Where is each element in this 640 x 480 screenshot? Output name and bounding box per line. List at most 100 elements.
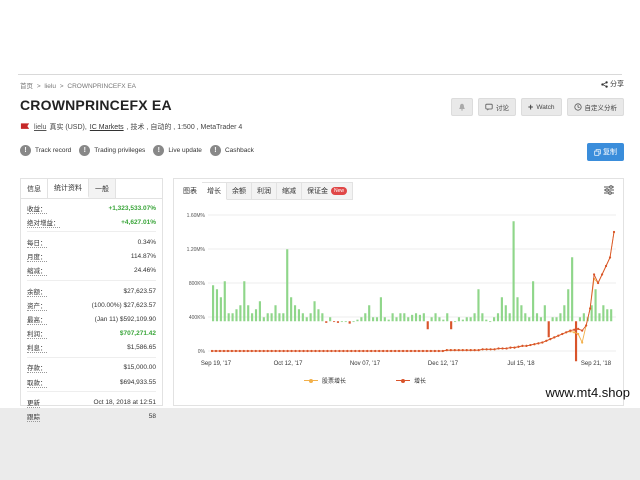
tab-growth[interactable]: 增长 (202, 182, 227, 200)
growth-point (314, 349, 317, 353)
copy-button[interactable]: 复制 (587, 143, 624, 161)
owner-link[interactable]: lielu (34, 124, 46, 131)
growth-bar (395, 317, 398, 322)
growth-point (537, 342, 540, 345)
breadcrumb-home[interactable]: 首页 (20, 83, 33, 90)
discuss-button[interactable]: 讨论 (478, 98, 517, 116)
growth-bar (571, 257, 574, 322)
account-type: 真实 (USD), (49, 124, 87, 131)
custom-analysis-button[interactable]: 自定义分析 (566, 98, 624, 116)
growth-bar (262, 317, 265, 322)
growth-point (378, 349, 381, 353)
legend-item-growth[interactable]: 增长 (396, 376, 426, 385)
growth-bar (430, 317, 433, 322)
stat-row: 更新 Oct 18, 2018 at 12:51 (27, 395, 156, 409)
tab-balance[interactable]: 余额 (227, 182, 252, 200)
growth-bar (520, 305, 523, 322)
tab-profit[interactable]: 利润 (252, 182, 277, 200)
stat-row: 月度： 114.87% (27, 250, 156, 264)
growth-bar (399, 313, 402, 322)
growth-point (405, 349, 409, 353)
growth-point (589, 307, 592, 310)
legend-item-equity-growth[interactable]: 股票增长 (304, 376, 346, 385)
growth-bar (508, 313, 511, 322)
growth-bar (504, 305, 507, 322)
notify-button[interactable] (451, 98, 474, 116)
stats-tabs: 信息 统计资料 一般 (21, 179, 162, 199)
growth-point (258, 349, 261, 353)
growth-point (509, 346, 512, 349)
growth-point (390, 349, 393, 353)
growth-point (533, 343, 536, 346)
breadcrumb-sep: > (59, 83, 64, 90)
growth-point (218, 349, 222, 353)
breadcrumb-sep: > (36, 83, 41, 90)
growth-point (529, 343, 532, 347)
growth-bar (364, 313, 367, 322)
growth-bar (414, 313, 418, 322)
tab-statistics[interactable]: 统计资料 (48, 179, 89, 198)
tab-general[interactable]: 一般 (89, 179, 116, 198)
growth-point (481, 348, 484, 351)
growth-bar (231, 313, 234, 322)
growth-bar (372, 317, 375, 322)
growth-point (612, 230, 616, 234)
stat-value: $694,933.55 (119, 378, 156, 386)
watch-button[interactable]: + Watch (521, 98, 562, 116)
growth-bar (215, 289, 219, 322)
badge-trading-privileges[interactable]: ! Trading privileges (79, 145, 145, 156)
info-icon: ! (20, 145, 31, 156)
tab-margin[interactable]: 保证金 New (302, 182, 354, 200)
growth-bar (469, 317, 472, 322)
growth-point (505, 347, 508, 350)
growth-point (581, 329, 584, 332)
growth-bar (418, 314, 422, 322)
growth-point (286, 349, 289, 353)
x-tick-label: Jul 15, '18 (507, 361, 535, 367)
growth-point (370, 349, 373, 353)
broker-link[interactable]: IC Markets (90, 124, 124, 131)
growth-point (214, 349, 218, 353)
stat-value: 0.34% (137, 238, 156, 246)
growth-point (254, 349, 257, 353)
growth-bar (598, 313, 601, 322)
stat-value: Oct 18, 2018 at 12:51 (93, 398, 156, 406)
growth-point (449, 349, 452, 352)
growth-bar (278, 313, 281, 322)
stat-row: 取款： $694,933.55 (27, 375, 156, 389)
stat-label: 存款： (27, 362, 47, 374)
tab-drawdown[interactable]: 缩减 (277, 182, 302, 200)
growth-point (382, 349, 385, 353)
badge-live-update[interactable]: ! Live update (153, 145, 202, 156)
watch-label: Watch (536, 103, 555, 111)
growth-point (230, 349, 234, 353)
tab-chart[interactable]: 图表 (178, 182, 202, 200)
growth-bar (309, 313, 312, 322)
growth-point (222, 349, 226, 353)
breadcrumb-owner[interactable]: lielu (44, 83, 56, 90)
growth-bar (212, 285, 215, 322)
legend-swatch (396, 378, 411, 384)
growth-bar (407, 317, 410, 322)
badge-track-record[interactable]: ! Track record (20, 145, 71, 156)
growth-bar (247, 305, 250, 322)
growth-bar (516, 297, 519, 322)
growth-point (310, 349, 313, 353)
growth-bar (356, 319, 359, 322)
growth-bar (426, 321, 429, 330)
tab-info[interactable]: 信息 (21, 179, 48, 198)
settings-icon[interactable] (603, 185, 615, 195)
page-title: CROWNPRINCEFX EA (20, 97, 172, 113)
growth-point (210, 349, 214, 353)
badge-cashback[interactable]: ! Cashback (209, 145, 254, 156)
growth-bar (290, 297, 293, 322)
growth-bar (270, 313, 273, 322)
growth-bar (543, 305, 546, 322)
y-tick-label: 1.60M% (187, 213, 206, 219)
stat-label: 每日： (27, 237, 47, 248)
discuss-label: 讨论 (496, 105, 510, 112)
share-link[interactable]: 分享 (601, 79, 624, 89)
growth-point (278, 349, 281, 353)
growth-point (374, 349, 377, 353)
top-divider (18, 74, 622, 75)
